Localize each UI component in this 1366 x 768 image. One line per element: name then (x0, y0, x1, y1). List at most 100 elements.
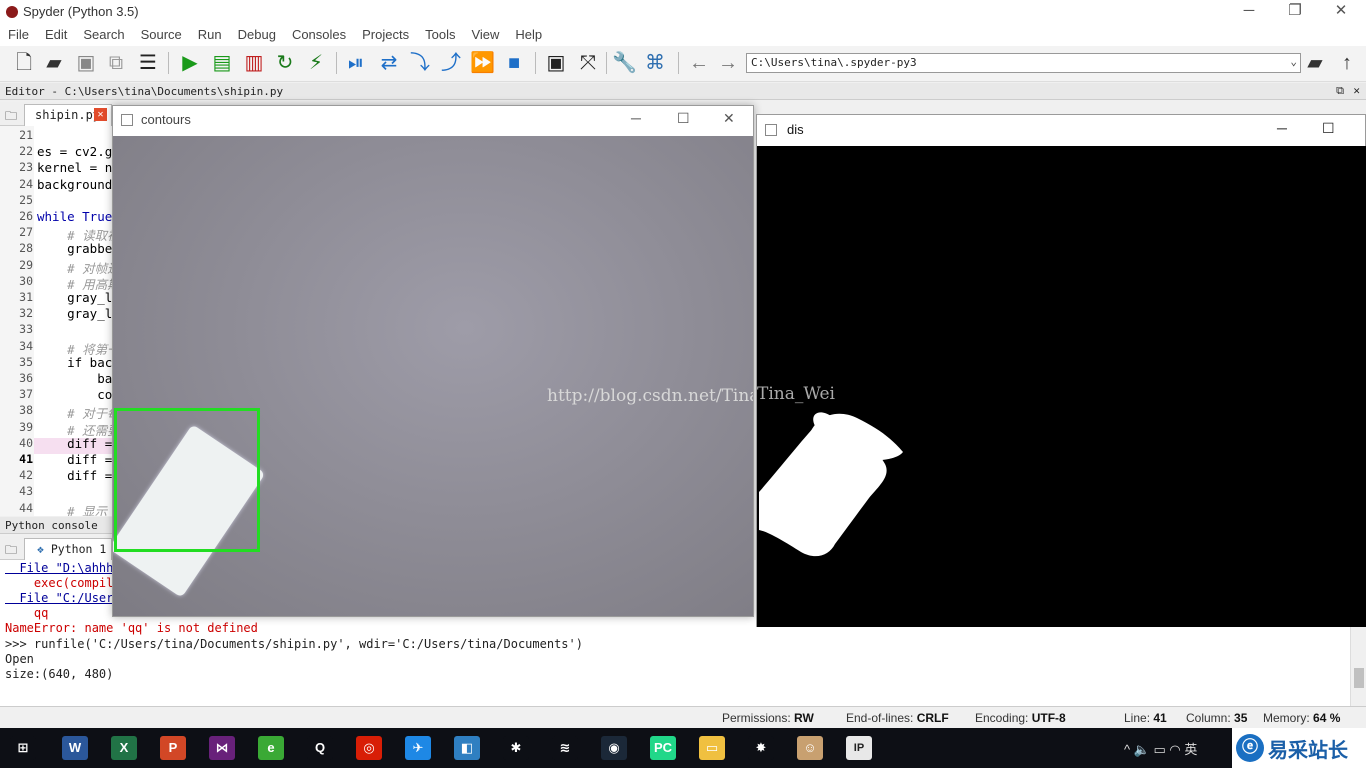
menu-source[interactable]: Source (133, 24, 190, 42)
excel-icon[interactable]: X (111, 736, 137, 760)
undock-icon[interactable]: ⧉ (1336, 84, 1344, 98)
code-editor[interactable]: 21 22 23 24 25 26 27 28 29 30 31 32 33 34 35 36 37 38 39 40… (0, 126, 112, 516)
close-button[interactable]: ✕ (723, 110, 735, 127)
menu-edit[interactable]: Edit (37, 24, 75, 42)
image-viewer-icon[interactable]: ☺ (797, 736, 823, 760)
step-return-icon[interactable]: ⤴ (439, 51, 463, 75)
console-line: NameError: name 'qq' is not defined (5, 621, 258, 636)
parent-dir-icon[interactable]: ↑ (1335, 51, 1359, 75)
code-line: kernel = np (37, 160, 112, 176)
new-file-icon[interactable]: 🗋 (12, 51, 36, 75)
browser-icon[interactable]: e (258, 736, 284, 760)
line-number: 40 (19, 435, 33, 450)
scroll-thumb[interactable] (1354, 668, 1364, 688)
back-icon[interactable]: ← (687, 51, 711, 75)
column-status: Column: 35 (1186, 711, 1248, 725)
menu-projects[interactable]: Projects (354, 24, 417, 42)
close-tab-icon[interactable]: ✕ (94, 108, 107, 121)
run-cell-advance-icon[interactable]: ▥ (242, 51, 266, 75)
menu-file[interactable]: File (0, 24, 37, 42)
logo-mark-icon: ⓔ (1236, 734, 1264, 762)
debug-icon[interactable]: ⏯ (344, 51, 368, 75)
open-file-icon[interactable]: ▰ (42, 51, 66, 75)
spyder-app-icon[interactable]: ✸ (748, 736, 774, 760)
code-line: bac (37, 371, 112, 386)
powerpoint-icon[interactable]: P (160, 736, 186, 760)
menu-search[interactable]: Search (75, 24, 132, 42)
netease-music-icon[interactable]: ◎ (356, 736, 382, 760)
menu-debug[interactable]: Debug (230, 24, 284, 42)
tab-python-1[interactable]: ❖ Python 1 (24, 538, 112, 560)
minimize-button[interactable]: ─ (631, 110, 641, 126)
window-icon (121, 114, 133, 126)
menu-help[interactable]: Help (507, 24, 550, 42)
dis-window[interactable]: dis ─ ☐ Tina_Wei (756, 114, 1366, 627)
console-line: size:(640, 480) (5, 666, 114, 681)
step-icon[interactable]: ⇄ (377, 51, 401, 75)
minimize-button[interactable]: ─ (1277, 120, 1287, 136)
rerun-icon[interactable]: ↻ (273, 51, 297, 75)
taskbar: ⊞ WXP ⋈ eQ ◎ ✈ ◧ ✱ ≋ ◉ PC ▭ ✸ ☺ IP ^ 🔈 ▭ ◠ 英 ⓔ 易采站长站 (0, 728, 1366, 768)
toolbar-separator (336, 52, 337, 74)
word-icon[interactable]: W (62, 736, 88, 760)
contours-window-title: contours (141, 112, 191, 127)
save-all-icon[interactable]: ⧉ (104, 51, 128, 75)
maximize-button[interactable]: ☐ (1322, 120, 1335, 137)
window-icon (765, 124, 777, 136)
stop-icon[interactable]: ■ (502, 51, 526, 75)
python-path-icon[interactable]: ⌘ (643, 51, 667, 75)
menu-tools[interactable]: Tools (417, 24, 463, 42)
maximize-pane-icon[interactable]: ▣ (544, 51, 568, 75)
save-icon[interactable]: ▣ (74, 51, 98, 75)
restore-button[interactable]: ❐ (1272, 0, 1318, 24)
console-line[interactable]: File "D:\ahhh (5, 561, 113, 575)
run-icon[interactable]: ▶ (178, 51, 202, 75)
browse-folder-icon[interactable]: ▰ (1303, 51, 1327, 75)
file-explorer-icon[interactable]: ▭ (699, 736, 725, 760)
menu-view[interactable]: View (463, 24, 507, 42)
continue-icon[interactable]: ⏩ (470, 51, 495, 75)
code-line: diff = (37, 468, 112, 484)
ipython-icon[interactable]: IP (846, 736, 872, 760)
pycharm-icon[interactable]: PC (650, 736, 676, 760)
maximize-button[interactable]: ☐ (677, 110, 690, 127)
network-tool-icon[interactable]: ✱ (503, 736, 529, 760)
menu-run[interactable]: Run (190, 24, 230, 42)
line-number: 24 (19, 176, 33, 191)
windows-start-icon[interactable]: ⊞ (10, 736, 36, 760)
close-pane-icon[interactable]: ✕ (1353, 84, 1360, 97)
logo-text: 易采站长站 (1268, 740, 1348, 762)
status-bar: Permissions: RW End-of-lines: CRLF Encod… (0, 706, 1366, 728)
close-button[interactable]: ✕ (1318, 0, 1364, 24)
line-number: 29 (19, 257, 33, 272)
tab-shipin[interactable]: shipin.py ✕ (24, 104, 112, 126)
step-into-icon[interactable]: ⤵ (408, 51, 432, 75)
run-cell-icon[interactable]: ▤ (210, 51, 234, 75)
code-line: # 显示 (37, 503, 108, 516)
vpn-icon[interactable]: ≋ (552, 736, 578, 760)
forward-icon[interactable]: → (716, 51, 740, 75)
outline-icon[interactable]: ☰ (136, 51, 160, 75)
contours-window[interactable]: contours ─ ☐ ✕ http://blog.csdn.net/Tina… (112, 105, 754, 617)
title-bar: Spyder (Python 3.5) ─ ❐ ✕ (0, 0, 1366, 24)
visual-studio-icon[interactable]: ⋈ (209, 736, 235, 760)
steam-icon[interactable]: ◉ (601, 736, 627, 760)
working-directory-input[interactable]: C:\Users\tina\.spyder-py3 ⌄ (746, 53, 1301, 73)
browse-tabs-icon[interactable]: 🗀 (5, 541, 17, 562)
python-app-icon[interactable]: ◧ (454, 736, 480, 760)
qq-icon[interactable]: Q (307, 736, 333, 760)
bounding-box (114, 408, 260, 552)
minimize-button[interactable]: ─ (1226, 0, 1272, 24)
camera-frame: http://blog.csdn.net/Tina_Wei (113, 136, 753, 616)
chevron-down-icon[interactable]: ⌄ (1290, 55, 1297, 68)
console-line: >>> runfile('C:/Users/tina/Documents/shi… (5, 636, 583, 651)
system-tray[interactable]: ^ 🔈 ▭ ◠ 英 (1124, 739, 1197, 758)
mail-icon[interactable]: ✈ (405, 736, 431, 760)
tab-label: Python 1 (50, 542, 107, 556)
preferences-icon[interactable]: 🔧 (612, 51, 637, 75)
browse-tabs-icon[interactable]: 🗀 (5, 107, 17, 128)
console-line[interactable]: File "C:/User (5, 591, 113, 605)
fullscreen-icon[interactable]: ⤧ (576, 51, 600, 75)
run-selection-icon[interactable]: ⚡ (304, 51, 328, 75)
menu-consoles[interactable]: Consoles (284, 24, 354, 42)
